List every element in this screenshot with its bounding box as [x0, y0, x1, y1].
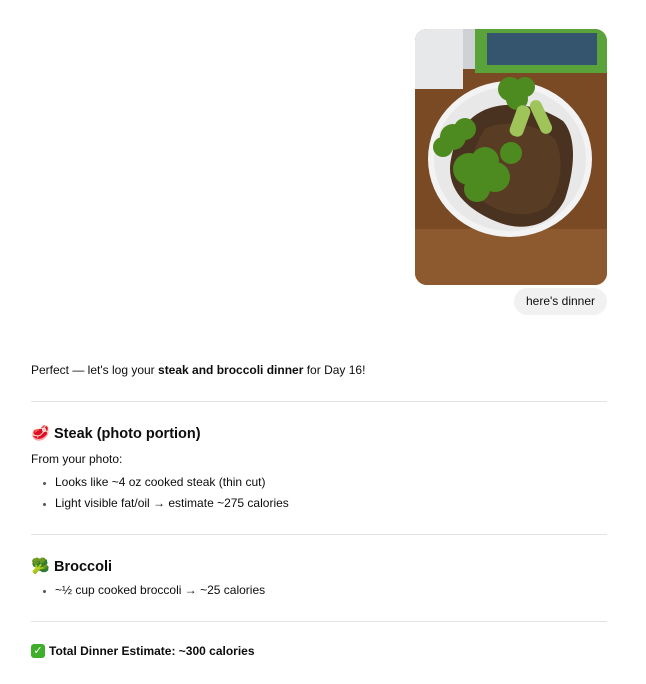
broccoli-section: 🥦 Broccoli ~½ cup cooked broccoli → ~25 …	[31, 557, 607, 601]
broccoli-heading: 🥦 Broccoli	[31, 558, 113, 575]
broccoli-icon: 🥦	[31, 558, 50, 575]
intro-text: Perfect — let's log your steak and brocc…	[31, 363, 366, 377]
divider	[31, 534, 607, 535]
broccoli-list: ~½ cup cooked broccoli → ~25 calories	[31, 580, 607, 601]
divider	[31, 621, 607, 622]
divider	[31, 401, 607, 402]
steak-list: Looks like ~4 oz cooked steak (thin cut)…	[31, 472, 607, 514]
check-icon: ✓	[31, 644, 45, 658]
list-item: Looks like ~4 oz cooked steak (thin cut)	[55, 472, 607, 493]
intro-bold: steak and broccoli dinner	[158, 363, 304, 377]
list-item: ~½ cup cooked broccoli → ~25 calories	[55, 580, 607, 601]
steak-heading: 🥩 Steak (photo portion)	[31, 425, 201, 442]
dinner-photo[interactable]	[415, 29, 607, 285]
steak-subtext: From your photo:	[31, 452, 123, 466]
list-item: Light visible fat/oil → estimate ~275 ca…	[55, 493, 607, 514]
steak-icon: 🥩	[31, 425, 50, 442]
user-message-bubble: here's dinner	[514, 288, 607, 315]
total-estimate: ✓ Total Dinner Estimate: ~300 calories	[31, 644, 607, 658]
steak-section: 🥩 Steak (photo portion) From your photo:…	[31, 424, 607, 514]
assistant-message: Perfect — let's log your steak and brocc…	[31, 362, 607, 658]
